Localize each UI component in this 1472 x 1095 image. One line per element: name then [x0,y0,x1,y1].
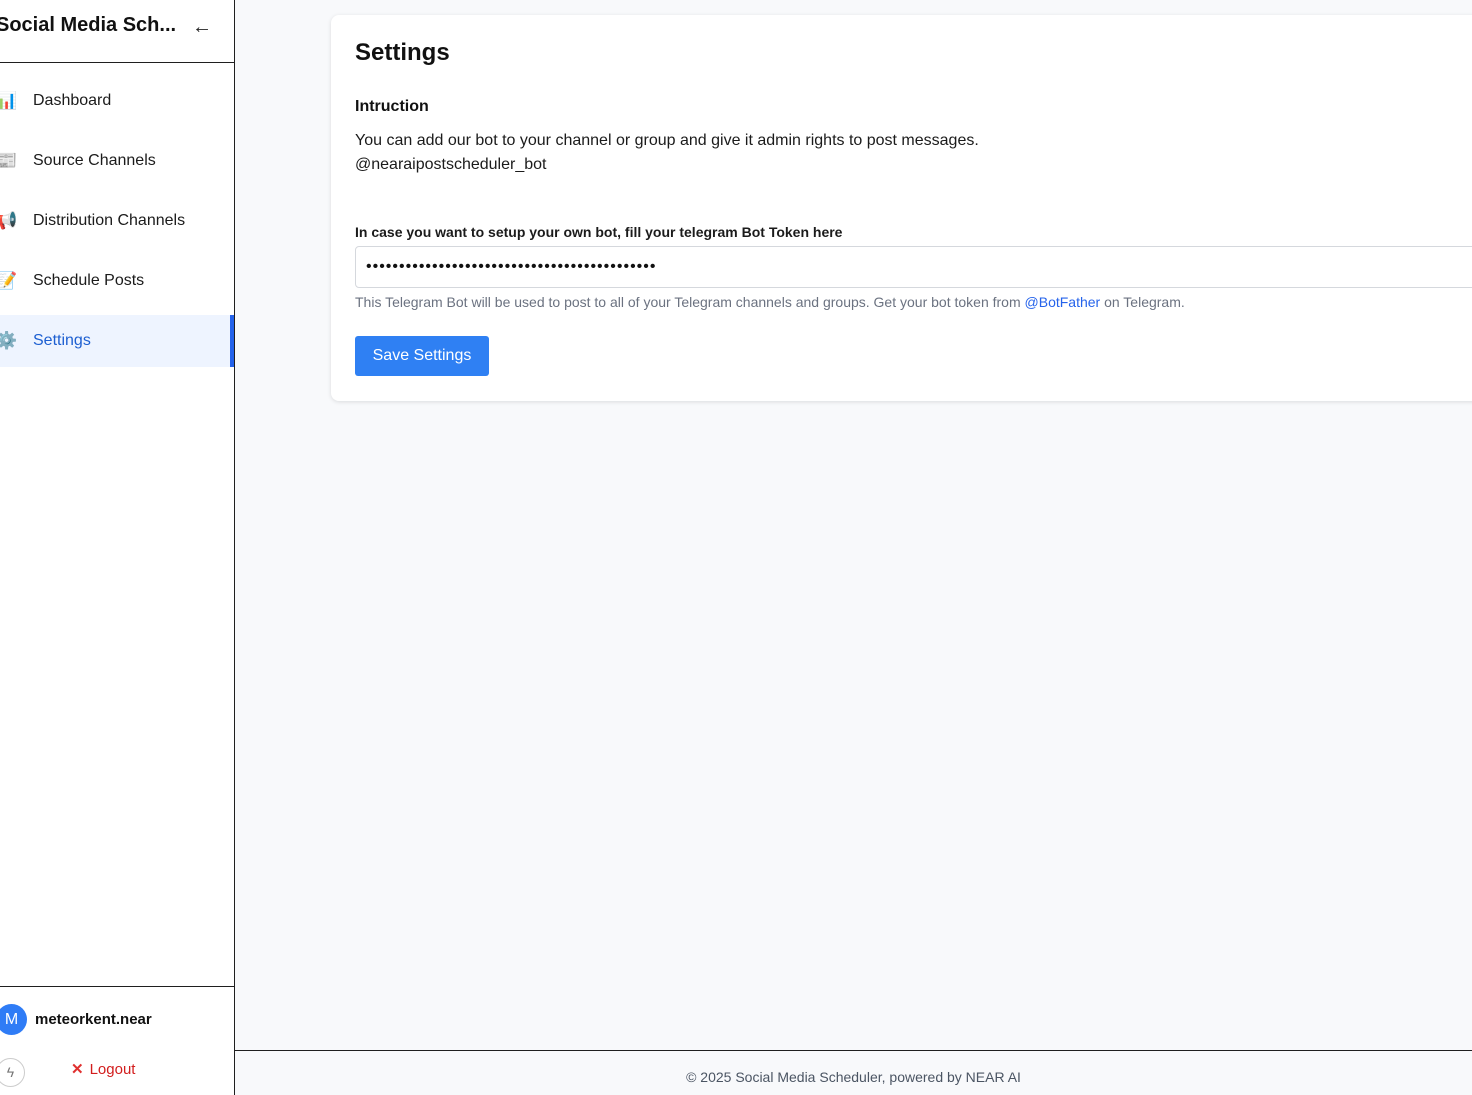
save-settings-button[interactable]: Save Settings [355,336,489,376]
page-title: Settings [355,39,450,66]
botfather-link[interactable]: @BotFather [1025,294,1101,310]
token-label: In case you want to setup your own bot, … [355,224,843,240]
newspaper-icon: 📰 [0,151,18,170]
sidebar-item-label: Settings [33,332,91,349]
sidebar-item-dashboard[interactable]: 📊 Dashboard [0,75,234,127]
sidebar-item-source-channels[interactable]: 📰 Source Channels [0,135,234,187]
gear-icon: ⚙️ [0,331,18,350]
app-title: Social Media Sch... [0,14,177,36]
sidebar-item-label: Dashboard [33,92,112,109]
username: meteorkent.near [35,1011,152,1028]
sidebar-item-schedule-posts[interactable]: 📝 Schedule Posts [0,255,234,307]
page-footer: © 2025 Social Media Scheduler, powered b… [235,1050,1472,1095]
close-icon: ✕ [71,1061,84,1078]
bolt-icon[interactable]: ϟ [0,1058,25,1087]
logout-label: Logout [89,1061,136,1078]
footer-text: © 2025 Social Media Scheduler, powered b… [686,1069,1021,1085]
sidebar-item-label: Schedule Posts [33,272,145,289]
bot-handle: @nearaipostscheduler_bot [355,156,547,173]
bar-chart-icon: 📊 [0,91,18,110]
instruction-text: You can add our bot to your channel or g… [355,132,979,149]
token-help-text: This Telegram Bot will be used to post t… [355,294,1185,310]
sidebar-item-settings[interactable]: ⚙️ Settings [0,315,234,367]
logout-button[interactable]: ✕ Logout [71,1060,135,1078]
sidebar-item-distribution-channels[interactable]: 📢 Distribution Channels [0,195,234,247]
help-suffix: on Telegram. [1100,294,1185,310]
sidebar-header: Social Media Sch... ← [0,0,234,63]
help-prefix: This Telegram Bot will be used to post t… [355,294,1025,310]
sidebar-footer: M meteorkent.near ϟ ✕ Logout [0,986,234,1095]
sidebar-item-label: Source Channels [33,152,156,169]
sidebar-nav: 📊 Dashboard 📰 Source Channels 📢 Distribu… [0,75,234,375]
megaphone-icon: 📢 [0,211,18,230]
sidebar: Social Media Sch... ← 📊 Dashboard 📰 Sour… [0,0,235,1095]
bot-token-input[interactable] [355,246,1472,288]
instruction-heading: Intruction [355,98,429,115]
avatar: M [0,1004,27,1035]
collapse-sidebar-button[interactable]: ← [190,14,214,40]
memo-icon: 📝 [0,271,18,290]
settings-card: Settings Intruction You can add our bot … [331,15,1472,401]
sidebar-item-label: Distribution Channels [33,212,186,229]
